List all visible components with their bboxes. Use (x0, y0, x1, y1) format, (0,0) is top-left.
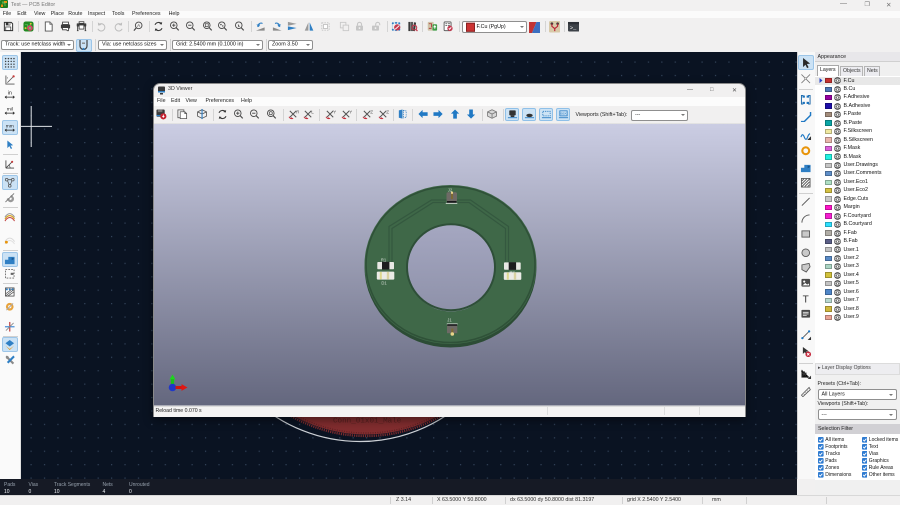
svg-text:mil: mil (7, 106, 13, 112)
svg-text:T: T (803, 294, 809, 304)
svg-text:mm: mm (6, 124, 14, 129)
svg-text:r: r (7, 75, 9, 79)
svg-text:J1: J1 (447, 318, 452, 323)
svg-text:BBX: BBX (560, 111, 567, 115)
svg-text:Conn_01x01_Male: Conn_01x01_Male (333, 418, 402, 426)
svg-text:Y: Y (333, 110, 336, 115)
svg-text:>_: >_ (569, 25, 576, 31)
svg-text:in: in (8, 91, 12, 97)
svg-text:Y: Y (349, 110, 352, 115)
svg-text:Z: Z (370, 110, 373, 115)
svg-text:R: R (296, 110, 299, 115)
svg-text:D1: D1 (381, 281, 387, 286)
svg-text:Z: Z (386, 110, 389, 115)
svg-text:R1: R1 (380, 257, 386, 262)
svg-text:L: L (311, 110, 314, 115)
svg-text:A: A (137, 23, 141, 28)
